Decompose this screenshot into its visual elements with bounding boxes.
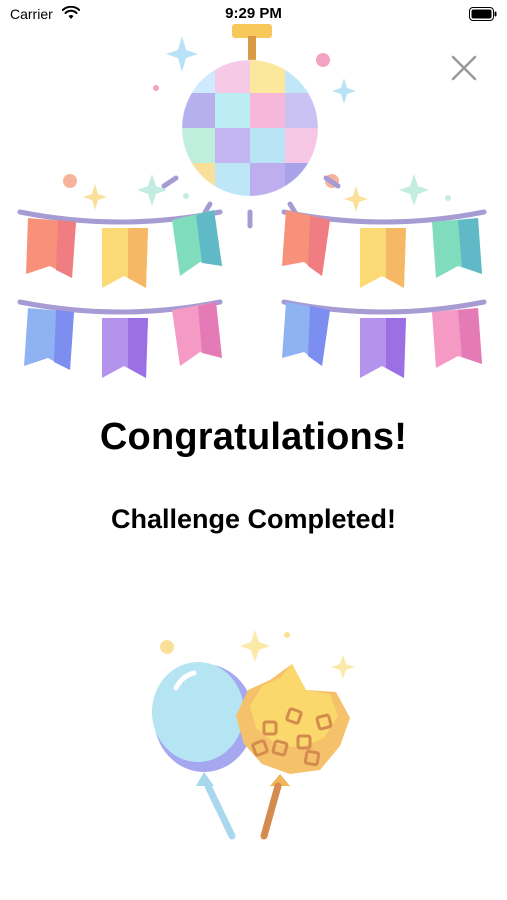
battery-icon <box>469 7 497 21</box>
balloons-illustration <box>152 630 355 840</box>
disco-ball-bunting-illustration <box>17 24 487 378</box>
challenge-completed-subtitle: Challenge Completed! <box>110 504 397 534</box>
congratulations-title: Congratulations! <box>99 416 408 458</box>
